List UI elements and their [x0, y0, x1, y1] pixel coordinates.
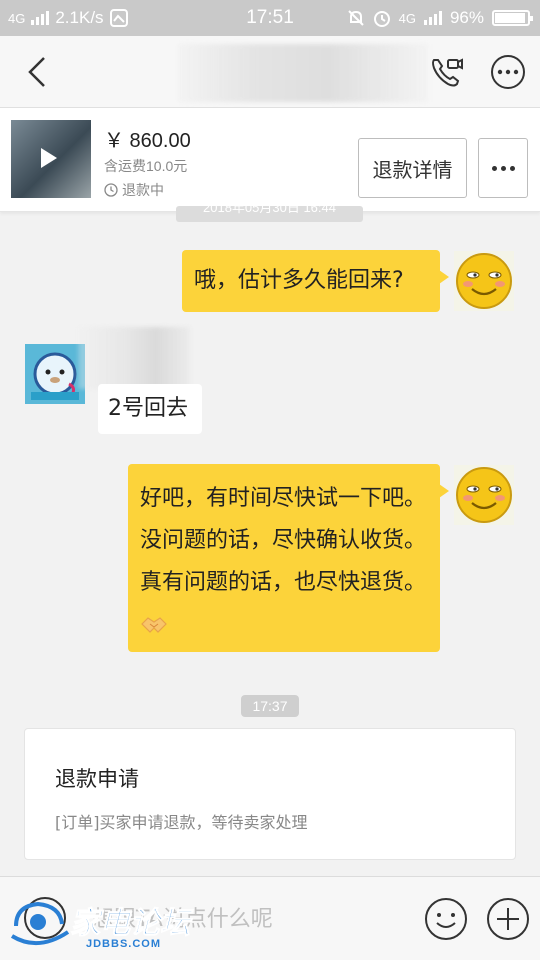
watermark-sub: JDBBS.COM	[86, 938, 162, 950]
battery-icon	[492, 10, 533, 26]
refund-detail-button[interactable]: 退款详情	[358, 138, 467, 198]
mute-bell-icon	[347, 10, 364, 26]
message-bubble-self[interactable]: 哦，估计多久能回来?	[182, 250, 449, 312]
order-status: 退款中	[104, 180, 164, 200]
timestamp: 17:37	[241, 695, 299, 717]
chat-header	[0, 36, 540, 108]
more-circle-icon[interactable]	[490, 54, 526, 90]
jdbbs-watermark-logo: 家电论坛 JDBBS.COM	[8, 896, 198, 956]
message-bubble-other[interactable]: 2号回去	[98, 384, 202, 434]
jdbbs-logo-icon	[10, 901, 70, 945]
product-video-thumbnail[interactable]	[11, 120, 91, 198]
battery-percent: 96%	[449, 8, 484, 27]
network-right-label: 4G	[398, 10, 416, 26]
status-right: 4G 96%	[347, 8, 533, 28]
refund-card-title: 退款申请	[55, 767, 139, 791]
alarm-icon	[373, 11, 390, 27]
message-bubble-self-long[interactable]: 好吧，有时间尽快试一下吧。没问题的话，尽快确认收货。真有问题的话，也尽快退货。	[128, 464, 449, 652]
smiley-avatar-icon[interactable]	[454, 465, 514, 525]
handshake-emoji-icon	[141, 617, 167, 633]
order-price: ￥ 860.00	[104, 130, 191, 152]
watermark-text: 家电论坛	[70, 906, 191, 942]
sender-name-redacted	[78, 327, 190, 389]
shipping-fee: 含运费10.0元	[104, 158, 188, 174]
phone-video-icon[interactable]	[428, 54, 464, 90]
order-status-label: 退款中	[122, 182, 164, 198]
emoji-icon[interactable]	[424, 897, 468, 941]
play-icon	[41, 148, 57, 168]
chevron-left-icon[interactable]	[20, 54, 56, 90]
message-text: 好吧，有时间尽快试一下吧。没问题的话，尽快确认收货。真有问题的话，也尽快退货。	[140, 486, 427, 595]
smiley-avatar-icon[interactable]	[454, 251, 514, 311]
refund-request-card[interactable]: 退款申请 [订单]买家申请退款，等待卖家处理	[24, 728, 516, 860]
clock-icon	[104, 183, 118, 197]
refund-card-desc: [订单]买家申请退款，等待卖家处理	[55, 813, 308, 832]
clipped-timestamp: 2018年05月30日 16:44	[176, 206, 363, 222]
signal-right-icon	[423, 11, 442, 25]
seal-avatar-icon[interactable]	[25, 344, 85, 404]
order-summary: ￥ 860.00 含运费10.0元 退款中 退款详情	[0, 108, 540, 212]
contact-name-redacted	[178, 44, 428, 102]
plus-icon[interactable]	[486, 897, 530, 941]
status-bar: 4G 2.1K/s 17:51 4G 96%	[0, 0, 540, 36]
order-more-button[interactable]	[478, 138, 528, 198]
